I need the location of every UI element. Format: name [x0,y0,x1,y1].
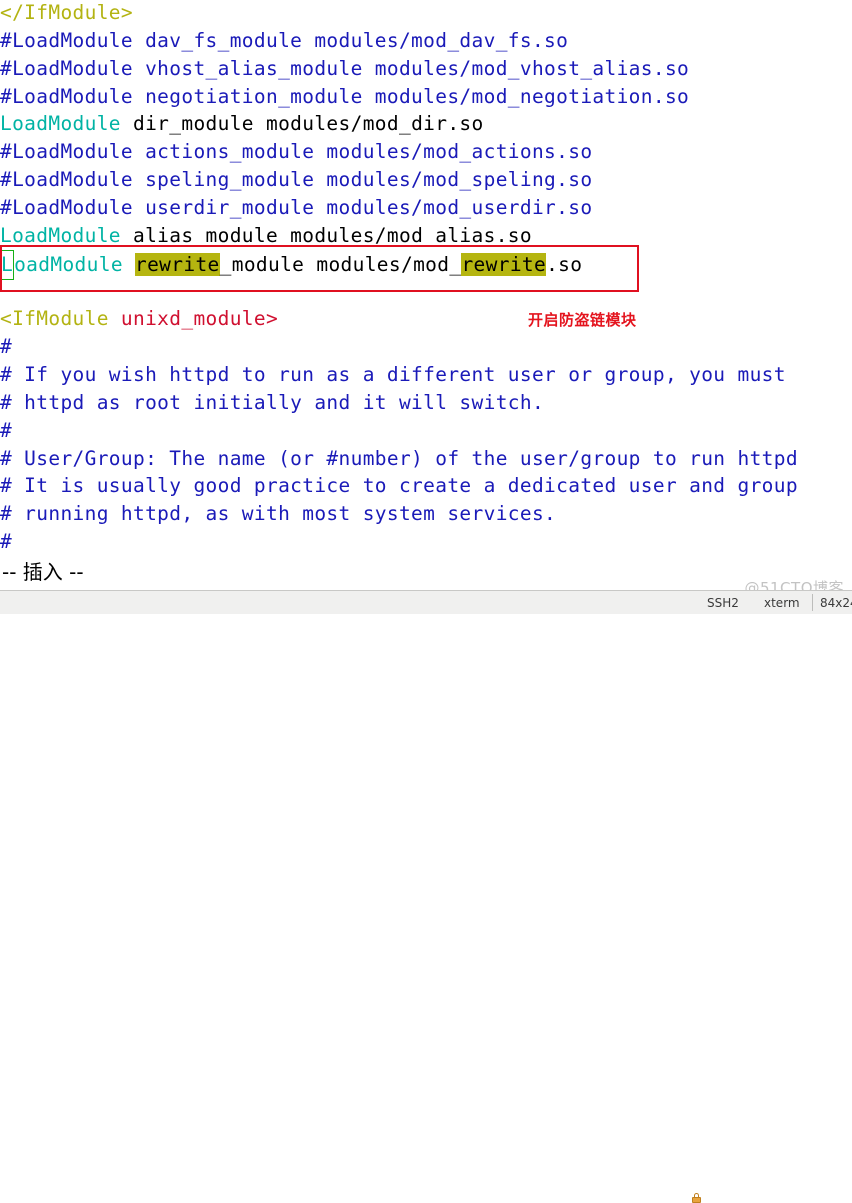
status-bar: SSH2 xterm 84x24 [0,590,852,1203]
terminal-line: #LoadModule userdir_module modules/mod_u… [0,194,592,222]
text-run: #LoadModule speling_module modules/mod_s… [0,168,593,192]
terminal-line: # If you wish httpd to run as a differen… [0,361,786,389]
text-run: LoadModule [0,112,121,136]
terminal-line: # [0,417,12,445]
status-protocol: SSH2 [707,596,739,610]
text-run: #LoadModule actions_module modules/mod_a… [0,140,593,164]
text-run: #LoadModule userdir_module modules/mod_u… [0,195,593,219]
terminal-line: #LoadModule speling_module modules/mod_s… [0,166,592,194]
text-run: rewrite [461,252,547,276]
text-run [109,307,121,330]
text-run: # [0,418,13,442]
terminal-line: # httpd as root initially and it will sw… [0,389,544,417]
text-run: <IfModule [0,307,109,331]
text-run: #LoadModule dav_fs_module modules/mod_da… [0,28,569,52]
status-dimensions: 84x24 [820,596,852,610]
text-run: .so [546,252,583,276]
text-run: # It is usually good practice to create … [0,474,798,498]
terminal-screen[interactable]: </IfModule> #LoadModule dav_fs_module mod… [0,0,852,590]
text-run: alias_module modules/mod_alias.so [120,223,532,247]
terminal-line: #LoadModule dav_fs_module modules/mod_da… [0,27,568,55]
text-run: oadModule [14,252,123,276]
terminal-line: #LoadModule actions_module modules/mod_a… [0,138,592,166]
text-run: # [0,530,13,554]
text-run: dir_module modules/mod_dir.so [120,112,484,136]
text-run [123,253,135,276]
terminal-line: # [0,528,12,556]
watermark: @51CTO博客 [744,579,844,590]
text-run: # User/Group: The name (or #number) of t… [0,446,798,470]
terminal-line: # running httpd, as with most system ser… [0,500,556,528]
text-run: LoadModule [0,223,121,247]
vim-mode-indicator: -- 插入 -- [2,560,84,584]
terminal-line: LoadModule alias_module modules/mod_alia… [0,222,532,250]
lock-icon [692,1193,701,1203]
terminal-line: #LoadModule vhost_alias_module modules/m… [0,55,689,83]
text-run: </IfModule> [0,1,133,24]
text-run: #LoadModule vhost_alias_module modules/m… [0,56,690,80]
text-run: _module modules/mod_ [219,252,462,276]
text-run: # running httpd, as with most system ser… [0,502,557,526]
text-run: unixd_module> [120,307,279,331]
text-run: #LoadModule negotiation_module modules/m… [0,84,690,108]
terminal-line: # User/Group: The name (or #number) of t… [0,445,798,473]
text-run: rewrite [135,252,220,276]
text-run: L [0,249,15,280]
text-run: # httpd as root initially and it will sw… [0,390,545,414]
terminal-line: LoadModule rewrite_module modules/mod_re… [0,249,583,280]
terminal-line: # [0,333,12,361]
terminal-line: LoadModule dir_module modules/mod_dir.so [0,110,484,138]
terminal-line: # It is usually good practice to create … [0,472,798,500]
text-run: # [0,335,13,359]
terminal-line: </IfModule> [0,0,133,27]
text-run: # If you wish httpd to run as a differen… [0,363,786,387]
terminal-line: #LoadModule negotiation_module modules/m… [0,83,689,111]
terminal-line: <IfModule unixd_module> [0,305,278,333]
annotation-label: 开启防盗链模块 [528,311,637,329]
status-emulation: xterm [764,596,800,610]
